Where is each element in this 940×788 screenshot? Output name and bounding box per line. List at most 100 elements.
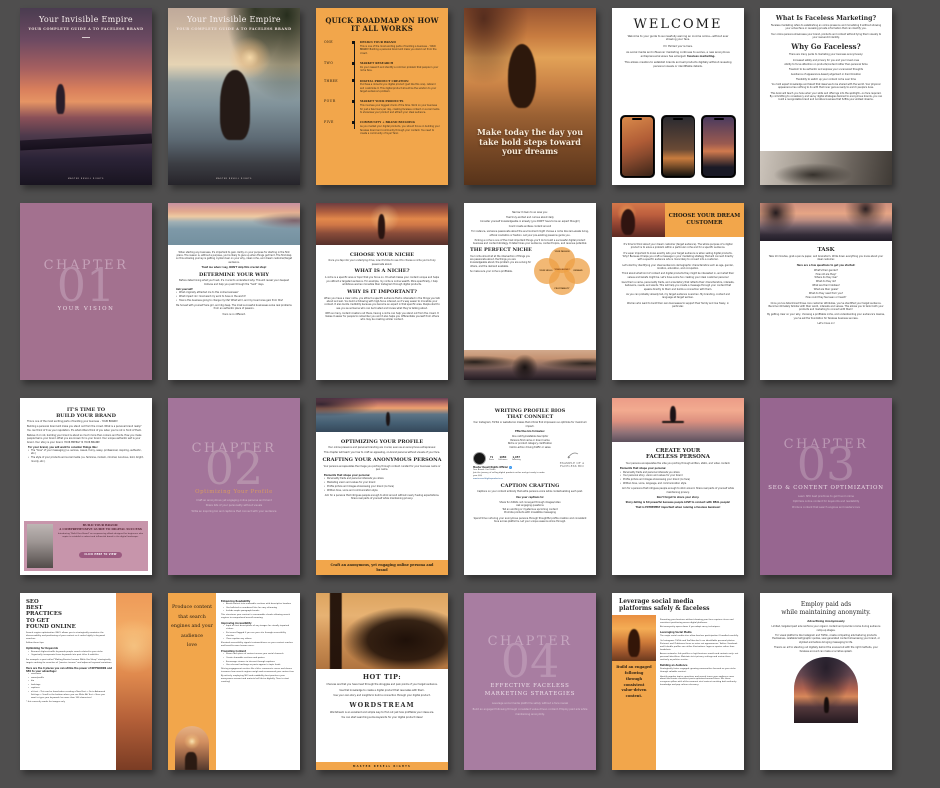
section-heading: DETERMINE YOUR WHY [174, 272, 294, 278]
tip-item: Create shareable sections and quotes [223, 657, 293, 660]
page-welcome[interactable]: WELCOME Welcome to your guide to success… [612, 8, 744, 185]
paragraph: You can start searching some keywords fo… [324, 716, 440, 720]
page-chapter-3[interactable]: CHAPTER 03 SEO & CONTENT OPTIMIZATION Le… [760, 398, 892, 575]
page-profile-bios[interactable]: WRITING PROFILE BIOS THAT CONNECT Your I… [464, 398, 596, 575]
book-title: Your Invisible Empire [168, 15, 300, 24]
page-hot-tip[interactable]: HOT TIP: Chances are that you have lived… [316, 593, 448, 770]
consideration-item: The style of your products and social me… [28, 456, 144, 463]
section-heading: WORDSTREAM [323, 701, 441, 709]
step-text: As you market your digital products, you… [360, 125, 440, 135]
step-body: DIGITAL PRODUCT CREATION Purchase a done… [360, 79, 440, 94]
benefit-item: Increased safety and privacy for you and… [767, 59, 885, 62]
readability-list: Break content into scannable sections wi… [223, 603, 293, 613]
page-body: When starting any business, it's importa… [168, 245, 300, 322]
chapter-title: YOUR VISION [58, 306, 115, 312]
paragraph: Let's start by identifying your ideal au… [621, 264, 735, 271]
paragraph: It's time to think about your dream cust… [621, 243, 735, 250]
page-chapter-1[interactable]: CHAPTER 01 YOUR VISION [20, 203, 152, 380]
roadmap-step: THREE DIGITAL PRODUCT CREATION Purchase … [324, 79, 440, 94]
page-roadmap[interactable]: QUICK ROADMAP ON HOW IT ALL WORKS ONE DE… [316, 8, 448, 185]
step-heading: MARKET YOUR PRODUCTS [360, 99, 440, 103]
page-quote[interactable]: Make today the day you take bold steps t… [464, 8, 596, 185]
profile-stats: 71 Posts 105K Followers 1,057 Following [489, 456, 521, 461]
paragraph: For visual platforms like Instagram and … [770, 634, 882, 644]
persona-elements-list: Personality traits and personal interest… [620, 471, 736, 486]
page-body: CREATE YOUR FACELESS PERSONA Your person… [612, 442, 744, 515]
page-body: CHOOSE YOUR NICHE Once you tap into your… [316, 245, 448, 327]
woman-silhouette [508, 44, 536, 108]
paragraph: Your Instagram, TikTok or website bio ma… [472, 421, 588, 428]
photo-sunset-strip [116, 593, 152, 770]
sidebar-callout: Build an engaged following through consi… [612, 664, 656, 701]
benefit-item: Freedom to be authentic and express your… [767, 68, 885, 71]
photo-waikiki-sunset [168, 203, 300, 245]
keyword-tips-list: Research highest-traffic keywords people… [28, 651, 110, 658]
page-determine-why[interactable]: When starting any business, it's importa… [168, 203, 300, 380]
section-heading: OPTIMIZING YOUR PROFILE [322, 439, 442, 445]
page-dream-customer[interactable]: CHOOSE YOUR DREAM CUSTOMER It's time to … [612, 203, 744, 380]
section-heading: SEO BEST PRACTICES TO GET FOUND ONLINE [26, 599, 112, 630]
niche-diagram-row: THE PERFECT NICHE Your niche should sit … [470, 247, 590, 295]
page-body: Enhancing Readability Break content into… [216, 593, 300, 770]
photo-dusk-couple [464, 350, 596, 380]
chapter-number: 04 [501, 645, 560, 678]
paragraph: Welcome to your guide to successfully ea… [624, 35, 732, 43]
page-what-is-faceless[interactable]: What Is Faceless Marketing? Faceless mar… [760, 8, 892, 185]
photo-city-silhouette [316, 593, 448, 669]
photo-palm-city [760, 203, 892, 241]
section-heading: TASK [766, 247, 886, 253]
step-text: This involves your biggest chunk of the … [360, 104, 440, 114]
step-heading: DIGITAL PRODUCT CREATION [360, 79, 440, 83]
page-task[interactable]: TASK Take 10 minutes, grab a pen & paper… [760, 203, 892, 380]
seo-place-item: username [28, 673, 110, 676]
element-item: Marketing vision and values for your bra… [324, 481, 440, 484]
page-columns: Build an engaged following through consi… [612, 615, 744, 770]
paragraph: Spend time nurturing your anonymous pers… [472, 517, 588, 524]
paragraph: Believe it or not, building your brand i… [27, 434, 145, 444]
page-perfect-niche[interactable]: Narrow it down to an area you: Feel trul… [464, 203, 596, 380]
paragraph: Your niche should sit at the intersectio… [470, 255, 532, 269]
step-heading: COMMUNITY + BRAND BUILDING [360, 120, 440, 124]
phone-mockup-3 [701, 115, 736, 178]
page-choose-niche[interactable]: CHOOSE YOUR NICHE Once you tap into your… [316, 203, 448, 380]
section-heading: THE PERFECT NICHE [470, 247, 532, 253]
photo-rocky-sunset [316, 398, 448, 432]
paragraph: But anonymity opens doors if you adopt s… [660, 626, 739, 629]
page-footer-banner: Craft an anonymous, yet engaging online … [316, 560, 448, 575]
tip-item: Close caption any videos [223, 638, 293, 641]
page-seo-practices[interactable]: SEO BEST PRACTICES TO GET FOUND ONLINE S… [20, 593, 152, 770]
section-heading: WHAT IS A NICHE? [322, 268, 442, 274]
callout-text: Don't forget to share your story. [618, 496, 738, 499]
step-dot-icon [352, 100, 355, 103]
seo-places-list: usernamename/profilebiohashtagscaptionsa… [28, 673, 110, 700]
page-chapter-4[interactable]: CHAPTER 04 EFFECTIVE FACELESS MARKETING … [464, 593, 596, 770]
page-paid-ads[interactable]: Employ paid ads while maintaining anonym… [760, 593, 892, 770]
tip-item: Organically incorporate these keywords i… [28, 654, 110, 657]
page-body: TASK Take 10 minutes, grab a pen & paper… [760, 241, 892, 331]
paragraph: You hold expert knowledge and talent tha… [769, 83, 883, 90]
page-faceless-persona[interactable]: CREATE YOUR FACELESS PERSONA Your person… [612, 398, 744, 575]
page-produce-content[interactable]: Produce content that search engines and … [168, 593, 300, 770]
subsection-heading: Leveraging Social Media [660, 631, 739, 634]
seo-place-item: alt text - This can be found when creati… [28, 691, 110, 700]
page-body: SEO BEST PRACTICES TO GET FOUND ONLINE S… [20, 593, 116, 770]
step-body: MARKET RESEARCH Do your research and ide… [360, 61, 440, 73]
element-item: Profile picture and images showcasing yo… [324, 485, 440, 488]
section-heading: CREATE YOUR FACELESS PERSONA [618, 448, 738, 460]
page-build-brand[interactable]: IT'S TIME TO BUILD YOUR BRAND This is on… [20, 398, 152, 575]
page-cover-front[interactable]: Your Invisible Empire YOUR COMPLETE GUID… [20, 8, 152, 185]
tip-item: Include ample paragraph breaks [223, 610, 293, 613]
seo-place-item: hashtags [28, 684, 110, 687]
page-cover-alt[interactable]: Your Invisible Empire YOUR COMPLETE GUID… [168, 8, 300, 185]
page-chapter-2[interactable]: CHAPTER 02 Optimizing Your Profile Craft… [168, 398, 300, 575]
book-subtitle: YOUR COMPLETE GUIDE A TO FACELESS BRAND [20, 27, 152, 31]
profile-link[interactable]: masterresellrightsproducts.co [473, 478, 589, 480]
click-here-to-view-button[interactable]: CLICK HERE TO VIEW [79, 552, 121, 558]
page-leverage-social[interactable]: Leverage social media platforms safely &… [612, 593, 744, 770]
niche-venn-diagram: YOUR PASSION YOUR SKILLS DEMAND PROFITAB… [534, 247, 590, 295]
sidebar-title: Produce content that search engines and … [168, 603, 216, 651]
curved-arrow-icon [567, 450, 579, 460]
seo-place-item: name/profile [28, 677, 110, 680]
step-body: DESIGN YOUR BRAND This is one of the mos… [360, 40, 440, 55]
page-optimizing-profile[interactable]: OPTIMIZING YOUR PROFILE Your online pres… [316, 398, 448, 575]
